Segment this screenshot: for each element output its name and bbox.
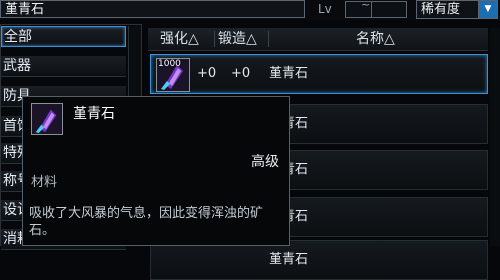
category-weapons[interactable]: 武器 [1,56,126,77]
item-icon: 1000 [156,58,190,92]
item-tooltip: 堇青石 高级 材料 吸收了大风暴的气息，因此变得浑浊的矿石。 [22,96,290,246]
sort-forge-header[interactable]: 锻造△ [218,28,257,50]
tooltip-item-type: 材料 [31,175,58,190]
header-divider [214,31,215,47]
item-forge-value: +0 [231,66,251,81]
tooltip-item-grade: 高级 [251,154,279,170]
level-max-input[interactable] [371,1,407,18]
crystal-icon [32,104,62,134]
item-name: 堇青石 [269,252,309,267]
item-name: 堇青石 [269,66,309,81]
header-divider [268,31,269,47]
item-quantity: 1000 [158,59,181,69]
tooltip-item-description: 吸收了大风暴的气息，因此变得浑浊的矿石。 [29,206,264,238]
filter-bar: 堇青石 Lv ~ 稀有度 ▼ [0,0,500,20]
item-list-header: 强化△ 锻造△ 名称△ [148,28,488,51]
search-input[interactable]: 堇青石 [0,0,305,18]
rarity-dropdown[interactable]: 稀有度 ▼ [416,0,498,19]
item-row[interactable]: 1000 +0 +0 堇青石 [150,54,488,94]
item-row[interactable]: 堇青石 [150,240,488,280]
level-range-separator: ~ [361,0,371,11]
item-list-scrollbar[interactable] [490,28,500,246]
level-label: Lv [318,2,332,16]
tooltip-item-name: 堇青石 [73,106,115,122]
category-all[interactable]: 全部 [1,26,126,47]
item-enhance-value: +0 [197,66,217,81]
tooltip-item-icon [31,103,63,135]
chevron-down-icon[interactable]: ▼ [478,1,497,18]
sort-enhance-header[interactable]: 强化△ [160,28,199,50]
rarity-dropdown-label: 稀有度 [421,2,461,17]
sort-name-header[interactable]: 名称△ [356,28,395,50]
